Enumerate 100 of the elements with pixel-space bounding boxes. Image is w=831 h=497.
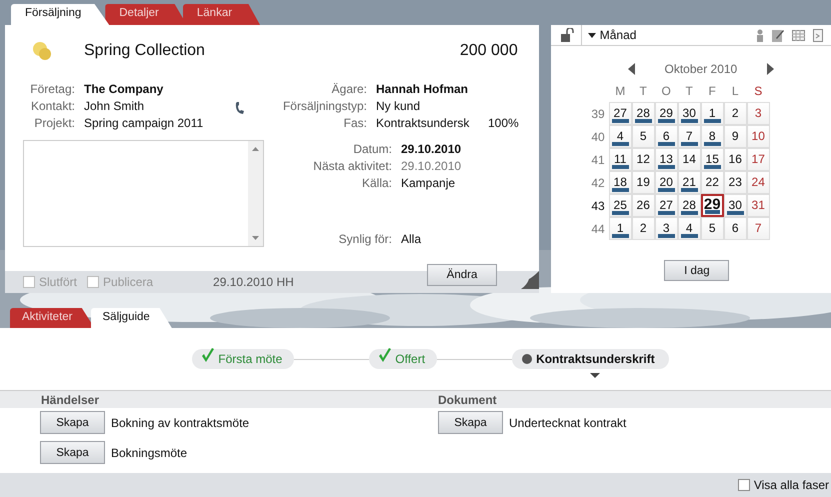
field-value: Ny kund: [376, 98, 422, 112]
note-edit-icon[interactable]: [772, 28, 784, 42]
calendar-day[interactable]: 19: [632, 171, 655, 194]
calendar-day[interactable]: 27: [608, 102, 632, 125]
previous-month-arrow-icon[interactable]: [628, 63, 634, 75]
field-label: Nästa aktivitet:: [312, 158, 393, 172]
checkbox[interactable]: [738, 479, 750, 491]
week-number: 40: [590, 130, 606, 144]
calendar-day[interactable]: 27: [654, 194, 678, 217]
edit-button[interactable]: Ändra: [427, 264, 497, 286]
field-label: Fas:: [342, 116, 368, 130]
calendar-day[interactable]: 2: [724, 102, 747, 125]
checkbox-label: Slutfört: [39, 275, 78, 289]
calendar-day[interactable]: 5: [632, 125, 655, 148]
section-heading: Händelser: [41, 392, 100, 406]
calendar-day[interactable]: 6: [654, 125, 678, 148]
weekday-label: O: [660, 84, 672, 98]
calendar-day[interactable]: 5: [700, 217, 724, 240]
unlocked-padlock-icon[interactable]: [560, 28, 575, 42]
sale-amount: 200 000: [460, 42, 518, 60]
field-label: Företag:: [29, 82, 76, 96]
section-heading: Dokument: [438, 392, 497, 406]
field-value: Alla: [401, 232, 422, 246]
field-label: Försäljningstyp:: [282, 98, 368, 112]
field-label: Synlig för:: [338, 232, 393, 246]
calendar-day[interactable]: 30: [678, 102, 701, 125]
calendar-day[interactable]: 7: [678, 125, 701, 148]
field-value: The Company: [84, 82, 164, 96]
phase-step[interactable]: Offert: [369, 349, 438, 369]
week-number: 42: [590, 176, 606, 190]
calendar-day[interactable]: 4: [608, 125, 632, 148]
calendar-day[interactable]: 6: [724, 217, 747, 240]
calendar-day[interactable]: 26: [632, 194, 655, 217]
calendar-day[interactable]: 1: [700, 102, 724, 125]
calendar-day[interactable]: 15: [700, 148, 724, 171]
caret-icon: [588, 32, 596, 38]
phase-step[interactable]: Första möte: [192, 349, 294, 369]
calendar-day[interactable]: 11: [608, 148, 632, 171]
calendar-day[interactable]: 9: [724, 125, 747, 148]
create-button[interactable]: Skapa: [40, 441, 105, 464]
calendar-day[interactable]: 16: [724, 148, 747, 171]
today-button[interactable]: I dag: [664, 260, 730, 281]
scroll-down-icon[interactable]: [252, 236, 259, 240]
field-label: Datum:: [352, 142, 393, 156]
check-icon: [379, 348, 392, 362]
calendar-day[interactable]: 30: [724, 194, 747, 217]
calendar-day[interactable]: 25: [608, 194, 632, 217]
field-value: 29.10.2010: [401, 158, 462, 172]
calendar-day[interactable]: 10: [746, 125, 770, 148]
calendar-day[interactable]: 22: [700, 171, 724, 194]
calendar-day[interactable]: 18: [608, 171, 632, 194]
weekday-label: T: [638, 84, 648, 98]
percent-value: 100%: [488, 116, 519, 130]
table-icon[interactable]: [792, 30, 805, 40]
calendar-day[interactable]: 7: [746, 217, 770, 240]
calendar-day[interactable]: 21: [678, 171, 701, 194]
field-value: Hannah Hofman: [376, 82, 470, 96]
check-icon: [202, 348, 214, 362]
calendar-day[interactable]: 12: [632, 148, 655, 171]
tab[interactable]: Försäljning: [11, 4, 110, 25]
calendar-day[interactable]: 29: [654, 102, 678, 125]
person-icon[interactable]: [756, 28, 764, 42]
calendar-day[interactable]: 29: [700, 194, 724, 217]
calendar-day[interactable]: 2: [632, 217, 655, 240]
page-curl-icon: [520, 271, 539, 289]
checkbox-label: Publicera: [103, 275, 154, 289]
calendar-day[interactable]: 1: [608, 217, 632, 240]
weekday-label: L: [730, 84, 740, 98]
field-value: Spring campaign 2011: [84, 116, 204, 130]
weekday-label: M: [614, 84, 626, 98]
weekday-label: F: [708, 84, 717, 98]
calendar-day[interactable]: 28: [678, 194, 701, 217]
field-label: Kontakt:: [30, 98, 76, 112]
view-dropdown[interactable]: Månad: [580, 25, 756, 45]
calendar-day[interactable]: 28: [632, 102, 655, 125]
page-icon[interactable]: [813, 28, 823, 42]
notes-field[interactable]: [23, 140, 264, 247]
calendar-day[interactable]: 8: [700, 125, 724, 148]
calendar-day[interactable]: 4: [678, 217, 701, 240]
calendar-day[interactable]: 20: [654, 171, 678, 194]
scroll-up-icon[interactable]: [252, 147, 259, 151]
calendar-day[interactable]: 17: [746, 148, 770, 171]
checkbox-label: Visa alla faser: [754, 478, 829, 492]
caret-icon: [590, 373, 600, 378]
create-button[interactable]: Skapa: [438, 411, 503, 434]
next-month-arrow-icon[interactable]: [767, 63, 774, 75]
calendar-day[interactable]: 31: [746, 194, 770, 217]
current-dot-icon: [522, 354, 532, 364]
calendar-day[interactable]: 24: [746, 171, 770, 194]
calendar-day[interactable]: 13: [654, 148, 678, 171]
week-number: 43: [590, 198, 606, 212]
phone-icon: [235, 102, 244, 114]
calendar-day[interactable]: 23: [724, 171, 747, 194]
tab[interactable]: Länkar: [182, 4, 260, 25]
item-label: Undertecknat kontrakt: [509, 416, 626, 430]
calendar-day[interactable]: 14: [678, 148, 701, 171]
create-button[interactable]: Skapa: [40, 411, 105, 434]
calendar-day[interactable]: 3: [746, 102, 770, 125]
tab[interactable]: Säljguide: [90, 308, 172, 328]
calendar-day[interactable]: 3: [654, 217, 678, 240]
